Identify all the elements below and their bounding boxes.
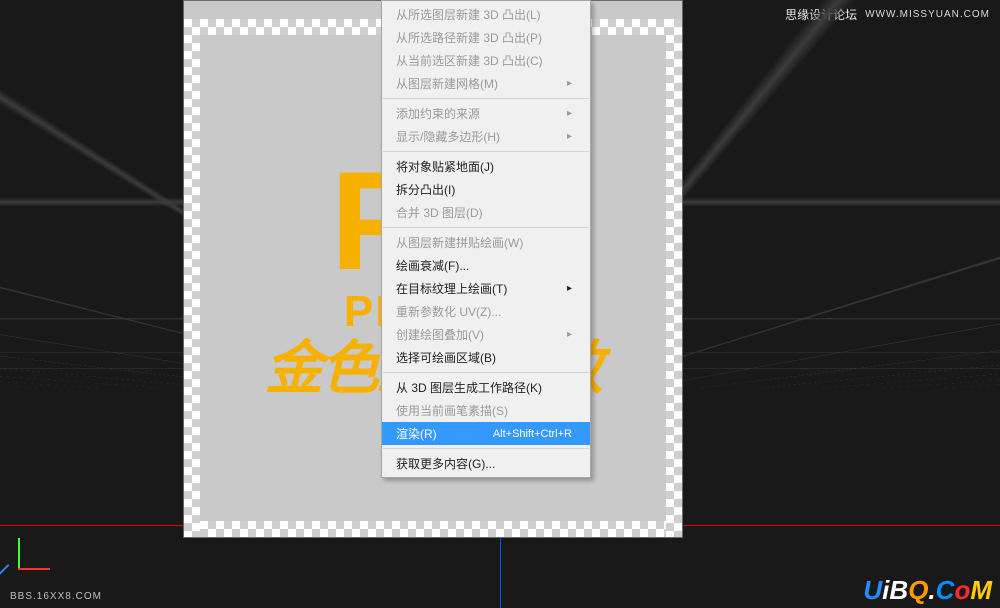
menu-separator <box>383 151 589 152</box>
menu-item-label: 合并 3D 图层(D) <box>396 204 483 221</box>
menu-item-label: 获取更多内容(G)... <box>396 455 495 472</box>
menu-item-label: 从当前选区新建 3D 凸出(C) <box>396 52 543 69</box>
menu-item-label: 添加约束的来源 <box>396 105 480 122</box>
menu-item-label: 使用当前画笔素描(S) <box>396 402 508 419</box>
menu-item-20: 使用当前画笔素描(S) <box>382 399 590 422</box>
menu-item-8[interactable]: 将对象贴紧地面(J) <box>382 155 590 178</box>
transparency-edge-right <box>666 19 682 537</box>
menu-item-label: 从图层新建网格(M) <box>396 75 498 92</box>
watermark-bottom-left: BBS.16XX8.COM <box>10 591 102 602</box>
menu-item-2: 从当前选区新建 3D 凸出(C) <box>382 49 590 72</box>
watermark-url: WWW.MISSYUAN.COM <box>865 9 990 20</box>
menu-item-19[interactable]: 从 3D 图层生成工作路径(K) <box>382 376 590 399</box>
transparency-edge-bottom <box>184 521 682 537</box>
menu-item-9[interactable]: 拆分凸出(I) <box>382 178 590 201</box>
transparency-edge-left <box>184 19 200 537</box>
menu-separator <box>383 372 589 373</box>
menu-item-label: 从 3D 图层生成工作路径(K) <box>396 379 542 396</box>
menu-item-label: 在目标纹理上绘画(T) <box>396 280 507 297</box>
menu-item-6: 显示/隐藏多边形(H) <box>382 125 590 148</box>
menu-item-5: 添加约束的来源 <box>382 102 590 125</box>
watermark-text: 思缘设计论坛 <box>785 6 857 23</box>
menu-item-1: 从所选路径新建 3D 凸出(P) <box>382 26 590 49</box>
context-menu-3d[interactable]: 从所选图层新建 3D 凸出(L) 从所选路径新建 3D 凸出(P) 从当前选区新建 … <box>381 0 591 478</box>
menu-item-10: 合并 3D 图层(D) <box>382 201 590 224</box>
menu-item-0: 从所选图层新建 3D 凸出(L) <box>382 3 590 26</box>
gizmo-y <box>18 538 20 570</box>
menu-item-label: 创建绘图叠加(V) <box>396 326 484 343</box>
menu-item-13[interactable]: 绘画衰减(F)... <box>382 254 590 277</box>
menu-item-label: 重新参数化 UV(Z)... <box>396 303 501 320</box>
menu-separator <box>383 448 589 449</box>
menu-item-label: 从所选图层新建 3D 凸出(L) <box>396 6 541 23</box>
menu-item-17[interactable]: 选择可绘画区域(B) <box>382 346 590 369</box>
menu-item-label: 绘画衰减(F)... <box>396 257 469 274</box>
menu-item-21[interactable]: 渲染(R) Alt+Shift+Ctrl+R <box>382 422 590 445</box>
menu-item-15: 重新参数化 UV(Z)... <box>382 300 590 323</box>
menu-item-label: 从图层新建拼贴绘画(W) <box>396 234 523 251</box>
watermark-logo: UiBQ.CoM <box>863 575 992 606</box>
menu-item-label: 显示/隐藏多边形(H) <box>396 128 500 145</box>
viewport-3d[interactable]: P S PH OPE 金色立体字效 从所选图层新建 3D 凸出(L)从所选路径新… <box>0 0 1000 608</box>
menu-item-23[interactable]: 获取更多内容(G)... <box>382 452 590 475</box>
gizmo-x <box>18 568 50 570</box>
menu-item-label: 渲染(R) <box>396 425 437 442</box>
watermark-top: 思缘设计论坛 WWW.MISSYUAN.COM <box>785 6 990 23</box>
axis-gizmo <box>18 530 58 570</box>
menu-item-label: 选择可绘画区域(B) <box>396 349 496 366</box>
menu-item-label: 拆分凸出(I) <box>396 181 455 198</box>
menu-item-3: 从图层新建网格(M) <box>382 72 590 95</box>
menu-item-label: 从所选路径新建 3D 凸出(P) <box>396 29 542 46</box>
menu-item-12: 从图层新建拼贴绘画(W) <box>382 231 590 254</box>
menu-item-label: 将对象贴紧地面(J) <box>396 158 494 175</box>
menu-item-shortcut: Alt+Shift+Ctrl+R <box>493 428 572 440</box>
menu-separator <box>383 98 589 99</box>
menu-item-16: 创建绘图叠加(V) <box>382 323 590 346</box>
menu-separator <box>383 227 589 228</box>
menu-item-14[interactable]: 在目标纹理上绘画(T) <box>382 277 590 300</box>
